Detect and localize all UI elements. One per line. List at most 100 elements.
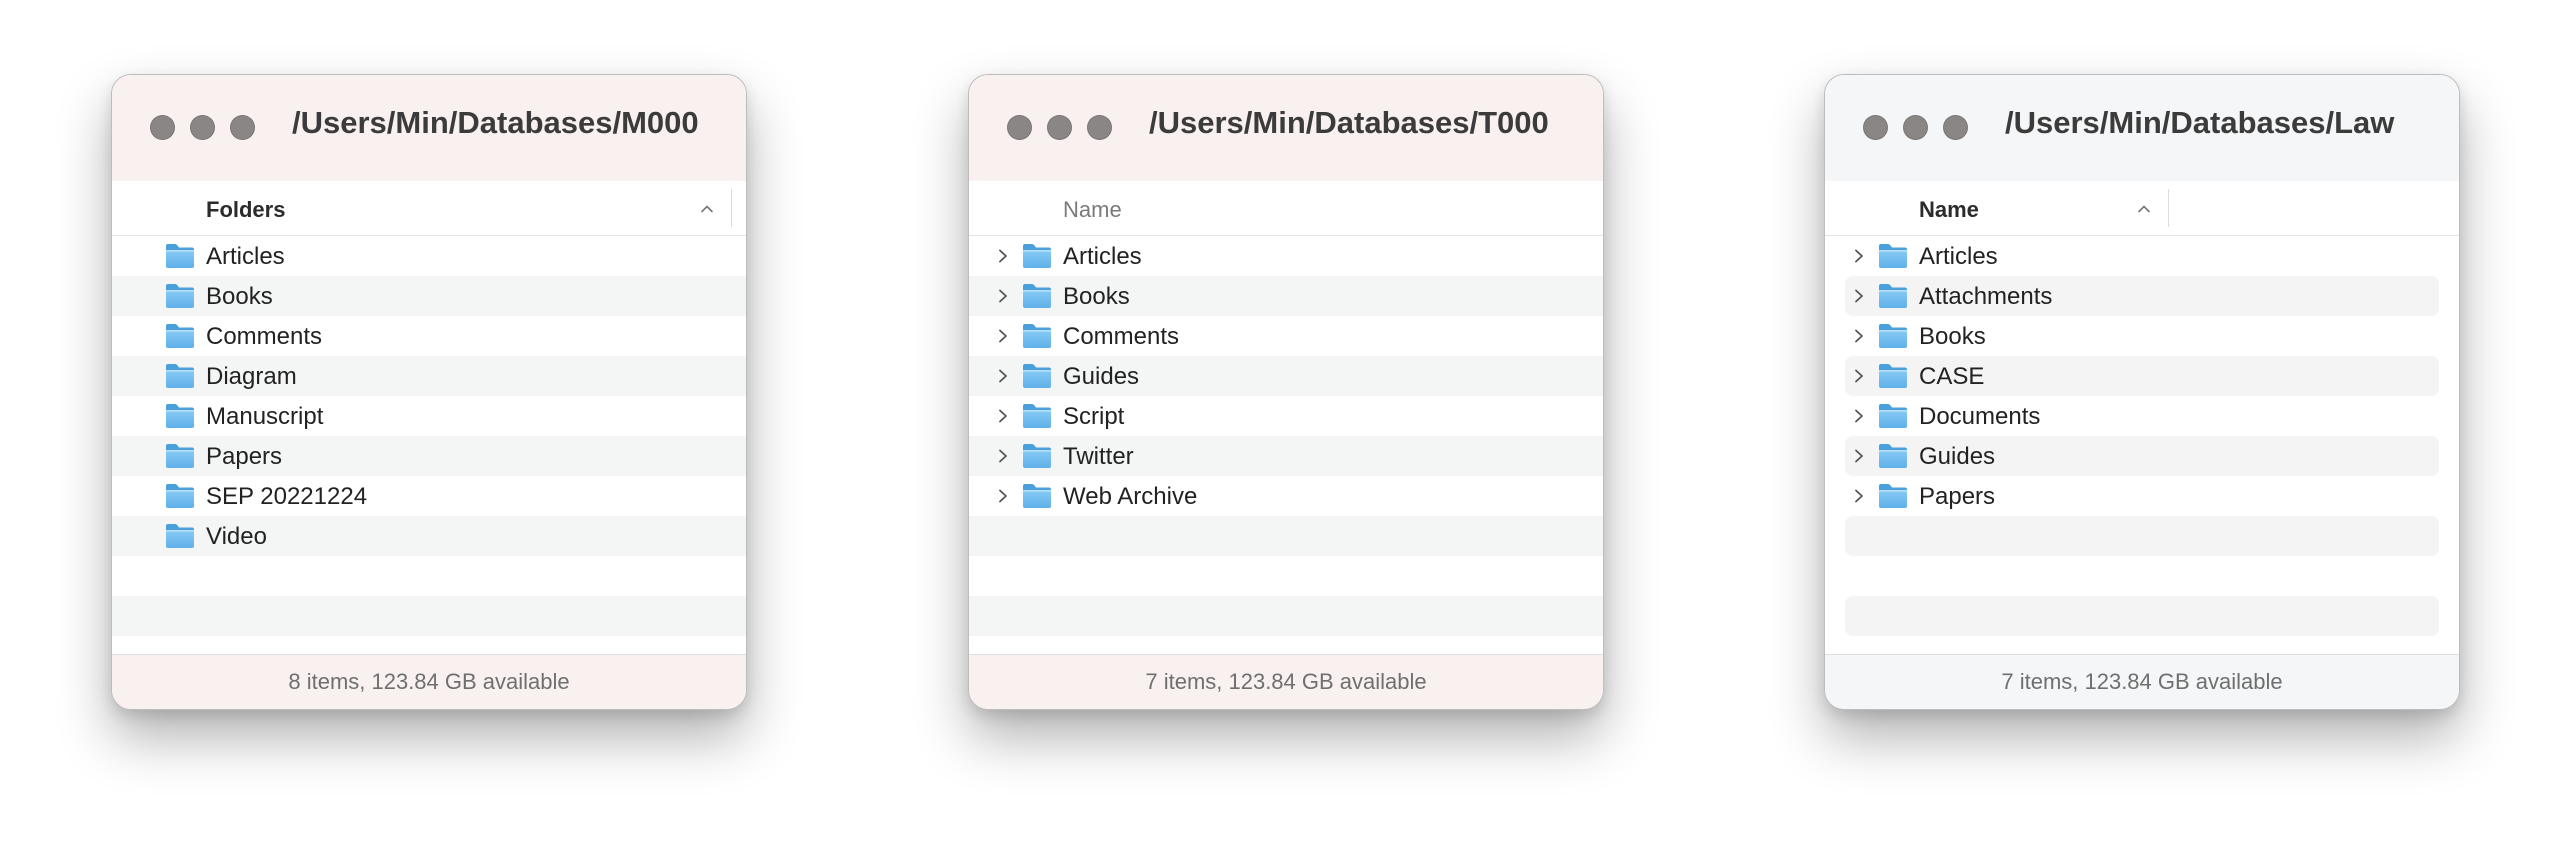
chevron-right-icon[interactable] xyxy=(1851,288,1867,304)
empty-row xyxy=(1845,516,2439,556)
minimize-button[interactable] xyxy=(190,115,215,140)
list-item[interactable]: Papers xyxy=(112,436,746,476)
chevron-right-icon[interactable] xyxy=(1851,328,1867,344)
chevron-right-icon[interactable] xyxy=(995,448,1011,464)
close-button[interactable] xyxy=(1863,115,1888,140)
titlebar: /Users/Min/Databases/T000 xyxy=(969,75,1603,182)
list-item[interactable]: Articles xyxy=(112,236,746,276)
list-item[interactable]: SEP 20221224 xyxy=(112,476,746,516)
item-label: Guides xyxy=(1919,443,1996,470)
chevron-up-icon[interactable] xyxy=(2137,202,2151,216)
item-label: Papers xyxy=(206,443,283,470)
list-item[interactable]: CASE xyxy=(1845,356,2439,396)
folder-icon xyxy=(1021,242,1053,270)
chevron-right-icon[interactable] xyxy=(995,328,1011,344)
column-header-label[interactable]: Name xyxy=(1063,197,1122,223)
item-label: Comments xyxy=(1063,323,1180,350)
status-bar: 7 items, 123.84 GB available xyxy=(1825,654,2459,709)
status-text: 7 items, 123.84 GB available xyxy=(2001,669,2283,694)
file-list: Articles Attachments Books CASE Document… xyxy=(1825,236,2459,636)
item-label: Papers xyxy=(1919,483,1996,510)
close-button[interactable] xyxy=(150,115,175,140)
empty-row xyxy=(112,556,746,596)
status-text: 8 items, 123.84 GB available xyxy=(288,669,570,694)
window-title: /Users/Min/Databases/M000 xyxy=(292,105,699,140)
list-item[interactable]: Web Archive xyxy=(969,476,1603,516)
zoom-button[interactable] xyxy=(1087,115,1112,140)
list-item[interactable]: Script xyxy=(969,396,1603,436)
empty-row xyxy=(969,596,1603,636)
file-list: Articles Books Comments Diagram Manuscri… xyxy=(112,236,746,636)
chevron-right-icon[interactable] xyxy=(995,488,1011,504)
folder-icon xyxy=(1877,242,1909,270)
list-item[interactable]: Video xyxy=(112,516,746,556)
folder-icon xyxy=(164,442,196,470)
chevron-right-icon[interactable] xyxy=(1851,448,1867,464)
item-label: Comments xyxy=(206,323,323,350)
list-item[interactable]: Documents xyxy=(1845,396,2439,436)
item-label: Guides xyxy=(1063,363,1140,390)
list-item[interactable]: Books xyxy=(1845,316,2439,356)
folder-icon xyxy=(164,282,196,310)
chevron-right-icon[interactable] xyxy=(995,368,1011,384)
empty-row xyxy=(112,596,746,636)
folder-icon xyxy=(164,242,196,270)
item-label: Script xyxy=(1063,403,1125,430)
minimize-button[interactable] xyxy=(1903,115,1928,140)
list-item[interactable]: Papers xyxy=(1845,476,2439,516)
list-item[interactable]: Attachments xyxy=(1845,276,2439,316)
chevron-right-icon[interactable] xyxy=(995,288,1011,304)
chevron-right-icon[interactable] xyxy=(1851,408,1867,424)
list-item[interactable]: Twitter xyxy=(969,436,1603,476)
zoom-button[interactable] xyxy=(1943,115,1968,140)
status-bar: 8 items, 123.84 GB available xyxy=(112,654,746,709)
chevron-right-icon[interactable] xyxy=(995,248,1011,264)
minimize-button[interactable] xyxy=(1047,115,1072,140)
item-label: Articles xyxy=(206,243,285,270)
window-title: /Users/Min/Databases/T000 xyxy=(1149,105,1549,140)
chevron-up-icon[interactable] xyxy=(700,202,714,216)
status-text: 7 items, 123.84 GB available xyxy=(1145,669,1427,694)
chevron-right-icon[interactable] xyxy=(1851,368,1867,384)
chevron-right-icon[interactable] xyxy=(1851,248,1867,264)
list-item[interactable]: Books xyxy=(112,276,746,316)
column-header-label[interactable]: Folders xyxy=(206,197,285,223)
column-header[interactable]: Name xyxy=(1825,181,2459,236)
list-item[interactable]: Guides xyxy=(1845,436,2439,476)
folder-icon xyxy=(1877,442,1909,470)
empty-row xyxy=(969,516,1603,556)
folder-icon xyxy=(1021,282,1053,310)
finder-window-law: /Users/Min/Databases/Law Name Articles A… xyxy=(1824,74,2460,710)
list-item[interactable]: Articles xyxy=(969,236,1603,276)
list-item[interactable]: Comments xyxy=(969,316,1603,356)
item-label: Diagram xyxy=(206,363,297,390)
list-item[interactable]: Books xyxy=(969,276,1603,316)
list-item[interactable]: Comments xyxy=(112,316,746,356)
column-header-label[interactable]: Name xyxy=(1919,197,1979,223)
folder-icon xyxy=(1877,402,1909,430)
folder-icon xyxy=(164,362,196,390)
item-label: Articles xyxy=(1919,243,1998,270)
list-item[interactable]: Articles xyxy=(1845,236,2439,276)
list-item[interactable]: Manuscript xyxy=(112,396,746,436)
item-label: Articles xyxy=(1063,243,1142,270)
list-item[interactable]: Diagram xyxy=(112,356,746,396)
column-divider[interactable] xyxy=(731,189,732,227)
item-label: Books xyxy=(1919,323,1986,350)
column-header[interactable]: Name xyxy=(969,181,1603,236)
item-label: Manuscript xyxy=(206,403,324,430)
folder-icon xyxy=(1877,362,1909,390)
column-header[interactable]: Folders xyxy=(112,181,746,236)
chevron-right-icon[interactable] xyxy=(1851,488,1867,504)
finder-window-m000: /Users/Min/Databases/M000 Folders Articl… xyxy=(111,74,747,710)
zoom-button[interactable] xyxy=(230,115,255,140)
list-item[interactable]: Guides xyxy=(969,356,1603,396)
folder-icon xyxy=(164,322,196,350)
item-label: SEP 20221224 xyxy=(206,483,368,510)
item-label: Web Archive xyxy=(1063,483,1198,510)
status-bar: 7 items, 123.84 GB available xyxy=(969,654,1603,709)
chevron-right-icon[interactable] xyxy=(995,408,1011,424)
column-divider[interactable] xyxy=(2168,189,2169,227)
item-label: Documents xyxy=(1919,403,2041,430)
close-button[interactable] xyxy=(1007,115,1032,140)
